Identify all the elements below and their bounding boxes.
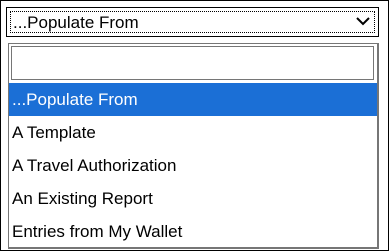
option-a-travel-authorization[interactable]: A Travel Authorization [9, 149, 377, 182]
chevron-down-icon[interactable] [356, 17, 370, 26]
option-a-template[interactable]: A Template [9, 116, 377, 149]
dropdown-list: ...Populate From A Template A Travel Aut… [8, 43, 379, 249]
screenshot-frame: ...Populate From ...Populate From A Temp… [0, 0, 389, 251]
option-an-existing-report[interactable]: An Existing Report [9, 182, 377, 215]
option-populate-from[interactable]: ...Populate From [9, 83, 377, 116]
option-entries-from-my-wallet[interactable]: Entries from My Wallet [9, 215, 377, 247]
dropdown-filter-input[interactable] [11, 46, 374, 80]
select-value: ...Populate From [13, 13, 139, 32]
populate-from-select[interactable]: ...Populate From [6, 7, 379, 37]
